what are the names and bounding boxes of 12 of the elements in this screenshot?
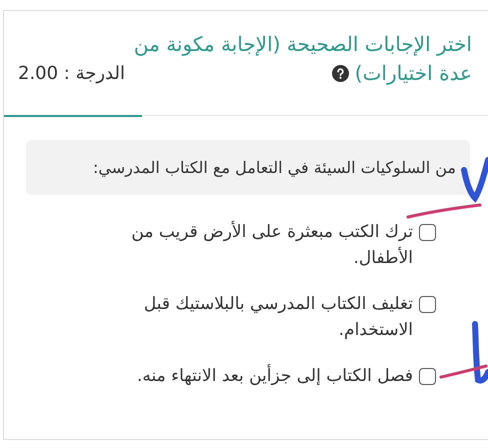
question-title: عدة اختيارات) <box>354 60 472 87</box>
option-label[interactable]: ترك الكتب مبعثرة على الأرض قريب من الأطفال. <box>113 219 413 271</box>
option-label[interactable]: فصل الكتاب إلى جزأين بعد الانتهاء منه. <box>113 363 413 389</box>
help-icon[interactable] <box>332 65 349 82</box>
question-title: اختر الإجابات الصحيحة (الإجابة مكونة من <box>134 31 472 58</box>
checkbox[interactable] <box>419 368 436 385</box>
grade-label: الدرجة : 2.00 <box>18 62 125 86</box>
pen-check-drawing <box>461 157 488 201</box>
question-prompt: من السلوكيات السيئة في التعامل مع الكتاب المدرسي: <box>26 140 470 195</box>
checkbox[interactable] <box>419 296 436 313</box>
checkbox[interactable] <box>419 224 436 241</box>
option-label[interactable]: تغليف الكتاب المدرسي بالبلاستيك قبل الاستخدام. <box>113 291 413 343</box>
